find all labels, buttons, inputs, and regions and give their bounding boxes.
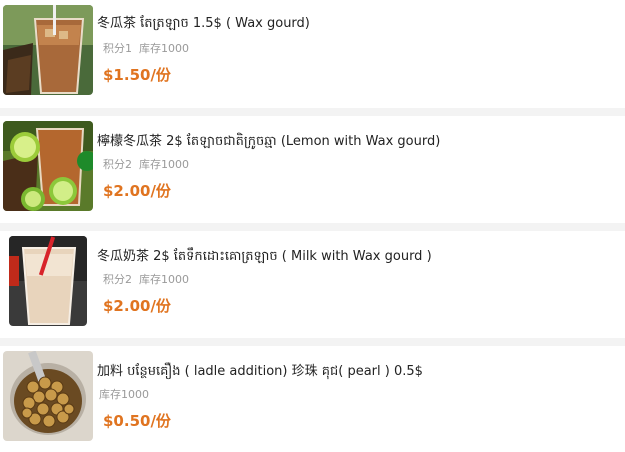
product-price: $0.50/份	[103, 412, 171, 430]
stock-label: 库存1000	[139, 158, 189, 171]
product-title[interactable]: 冬瓜奶茶 2$ តែទឹកដោះគោត្រឡាច ( Milk with Wax…	[97, 245, 432, 267]
points-label: 积分2	[103, 273, 132, 286]
product-item[interactable]: 冬瓜茶 តែត្រឡាច 1.5$ ( Wax gourd) 积分1 库存1000…	[0, 0, 625, 108]
product-meta: 库存1000	[99, 386, 149, 402]
product-price: $2.00/份	[103, 182, 171, 200]
product-list: 冬瓜茶 តែត្រឡាច 1.5$ ( Wax gourd) 积分1 库存1000…	[0, 0, 625, 452]
product-item[interactable]: 加料 បន្ថែមគឿង ( ladle addition) 珍珠 គុជ( p…	[0, 346, 625, 452]
stock-label: 库存1000	[139, 273, 189, 286]
product-thumbnail[interactable]	[3, 121, 93, 211]
product-thumbnail[interactable]	[9, 236, 87, 326]
divider	[0, 338, 625, 346]
pearl-topping-image	[3, 351, 93, 441]
stock-label: 库存1000	[99, 388, 149, 401]
product-meta: 积分1 库存1000	[103, 40, 189, 56]
product-price: $2.00/份	[103, 297, 171, 315]
product-title[interactable]: 檸檬冬瓜茶 2$ តែឡាចជាតិក្រូចឆ្មា (Lemon with …	[97, 130, 440, 152]
product-price: $1.50/份	[103, 66, 171, 84]
milk-tea-image	[9, 236, 87, 326]
product-title[interactable]: 冬瓜茶 តែត្រឡាច 1.5$ ( Wax gourd)	[97, 12, 310, 34]
divider	[0, 108, 625, 116]
product-meta: 积分2 库存1000	[103, 271, 189, 287]
points-label: 积分2	[103, 158, 132, 171]
iced-tea-image	[3, 5, 93, 95]
product-meta: 积分2 库存1000	[103, 156, 189, 172]
lemon-tea-image	[3, 121, 93, 211]
product-item[interactable]: 檸檬冬瓜茶 2$ តែឡាចជាតិក្រូចឆ្មា (Lemon with …	[0, 116, 625, 224]
points-label: 积分1	[103, 42, 132, 55]
stock-label: 库存1000	[139, 42, 189, 55]
product-thumbnail[interactable]	[3, 351, 93, 441]
product-thumbnail[interactable]	[3, 5, 93, 95]
product-title[interactable]: 加料 បន្ថែមគឿង ( ladle addition) 珍珠 គុជ( p…	[97, 360, 423, 382]
divider	[0, 223, 625, 231]
product-item[interactable]: 冬瓜奶茶 2$ តែទឹកដោះគោត្រឡាច ( Milk with Wax…	[0, 231, 625, 339]
